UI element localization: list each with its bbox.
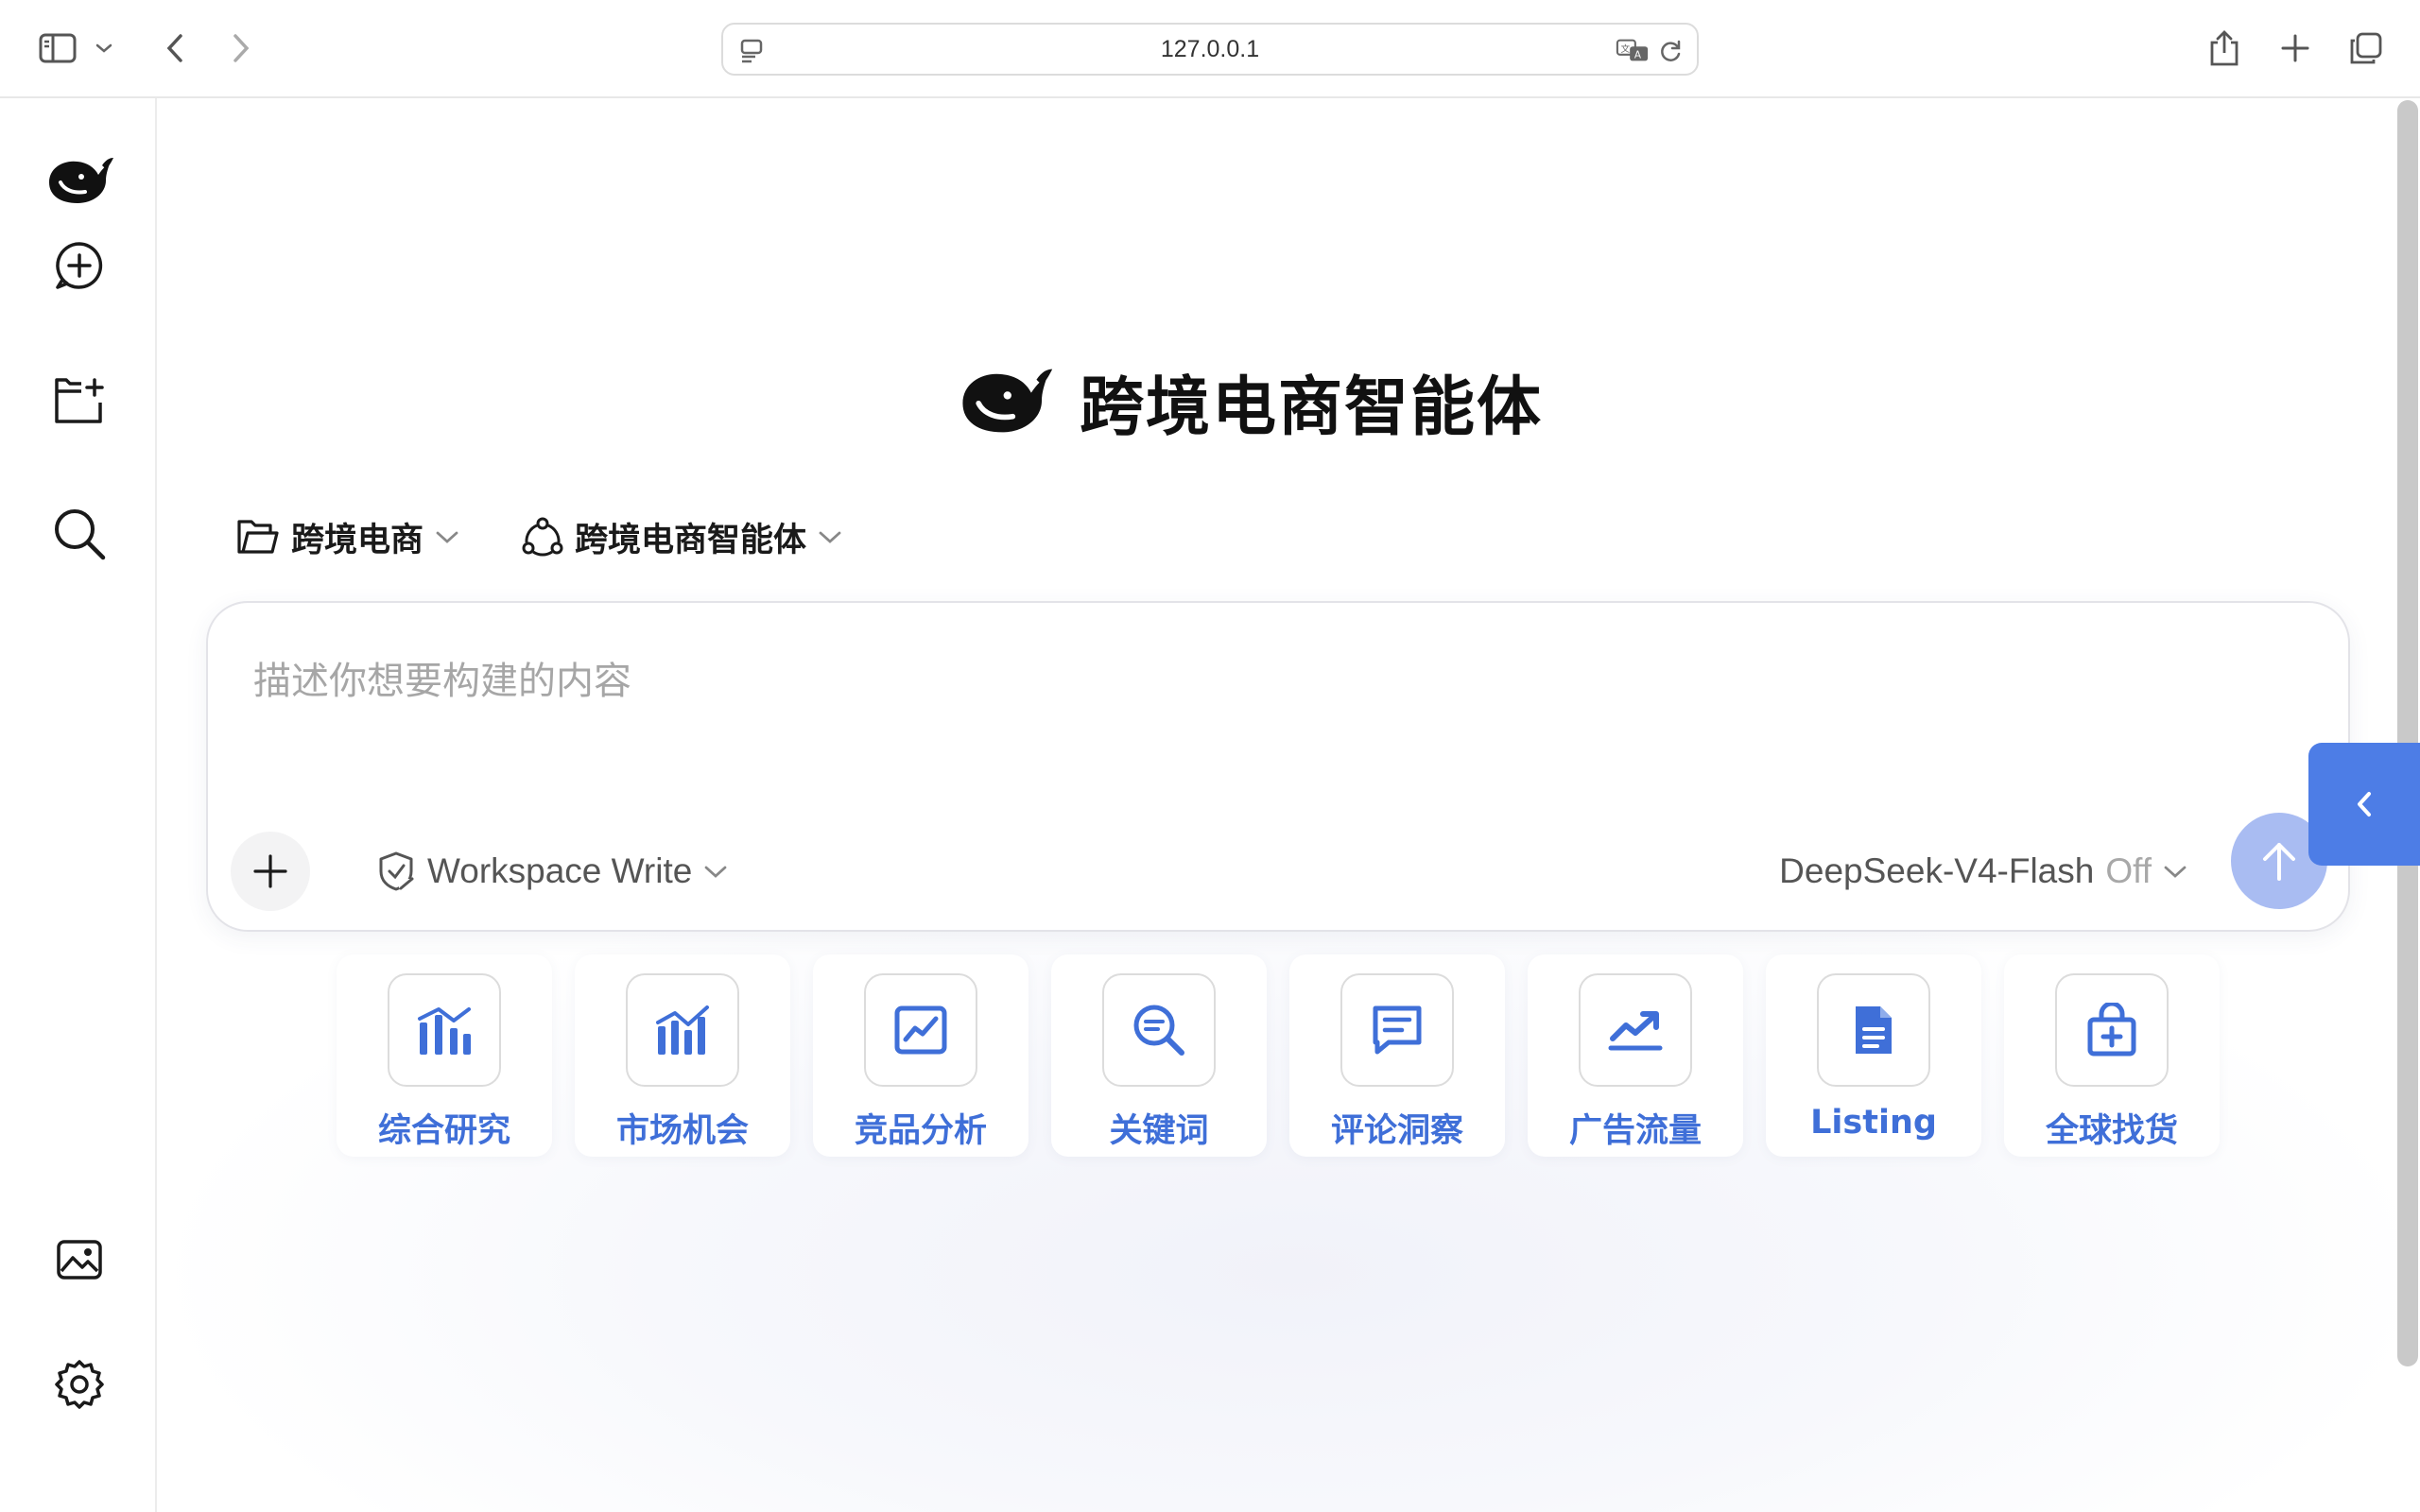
quick-action-sourcing[interactable]: 全球找货 bbox=[2004, 954, 2220, 1157]
left-sidebar bbox=[0, 98, 157, 1512]
browser-toolbar: 127.0.0.1 文A bbox=[0, 0, 2420, 98]
quick-action-label: 综合研究 bbox=[377, 1112, 510, 1150]
reload-icon[interactable] bbox=[1653, 34, 1687, 68]
quick-action-research[interactable]: 综合研究 bbox=[337, 954, 552, 1157]
model-name: DeepSeek-V4-Flash bbox=[1779, 851, 2095, 890]
share-icon[interactable] bbox=[2201, 25, 2248, 72]
add-attachment-button[interactable] bbox=[231, 832, 310, 911]
url-text: 127.0.0.1 bbox=[1160, 35, 1260, 62]
comment-icon bbox=[1340, 973, 1454, 1087]
prompt-input[interactable]: 描述你想要构建的内容 bbox=[253, 650, 631, 705]
permission-mode-selector[interactable]: Workspace Write bbox=[376, 843, 728, 900]
new-tab-icon[interactable] bbox=[2272, 25, 2319, 72]
folder-icon bbox=[236, 518, 280, 556]
permission-mode-label: Workspace Write bbox=[427, 851, 693, 890]
chevron-left-icon bbox=[2358, 792, 2371, 816]
page-title: 跨境电商智能体 bbox=[1080, 369, 1544, 445]
hero-header: 跨境电商智能体 bbox=[955, 353, 1543, 448]
quick-action-label: 竞品分析 bbox=[854, 1112, 987, 1150]
sidebar-toggle-icon[interactable] bbox=[34, 25, 81, 72]
whale-logo-icon[interactable] bbox=[41, 142, 118, 219]
agent-selector-label: 跨境电商智能体 bbox=[575, 521, 807, 559]
quick-action-keywords[interactable]: 关键词 bbox=[1051, 954, 1267, 1157]
arrow-up-icon bbox=[2263, 843, 2295, 881]
search-list-icon bbox=[1102, 973, 1216, 1087]
model-selector[interactable]: DeepSeek-V4-Flash Off bbox=[1779, 843, 2187, 900]
quick-action-competitor[interactable]: 竞品分析 bbox=[813, 954, 1028, 1157]
thinking-status: Off bbox=[2105, 851, 2152, 890]
scrollbar[interactable] bbox=[2397, 100, 2418, 1366]
quick-action-label: 市场机会 bbox=[615, 1112, 749, 1150]
research-icon bbox=[388, 973, 501, 1087]
agent-selector[interactable]: 跨境电商智能体 bbox=[522, 513, 842, 561]
quick-action-label: 全球找货 bbox=[2045, 1112, 2178, 1150]
panel-toggle-button[interactable] bbox=[2308, 743, 2420, 866]
line-chart-icon bbox=[864, 973, 977, 1087]
trend-up-icon bbox=[1579, 973, 1692, 1087]
svg-text:文: 文 bbox=[1621, 43, 1631, 55]
translate-icon[interactable]: 文A bbox=[1616, 34, 1650, 68]
market-chart-icon bbox=[626, 973, 739, 1087]
new-folder-icon[interactable] bbox=[41, 363, 118, 440]
quick-action-label: 关键词 bbox=[1109, 1112, 1209, 1150]
new-chat-icon[interactable] bbox=[41, 227, 118, 304]
document-icon bbox=[1817, 973, 1930, 1087]
quick-action-label: 广告流量 bbox=[1568, 1112, 1702, 1150]
settings-gear-icon[interactable] bbox=[41, 1346, 118, 1423]
tab-overview-icon[interactable] bbox=[2342, 25, 2390, 72]
quick-action-listing[interactable]: Listing bbox=[1766, 954, 1981, 1157]
project-selector-label: 跨境电商 bbox=[291, 521, 424, 559]
shopping-bag-icon bbox=[2055, 973, 2169, 1087]
plus-icon bbox=[253, 854, 287, 888]
context-selectors: 跨境电商 跨境电商智能体 bbox=[236, 510, 905, 563]
back-icon[interactable] bbox=[151, 25, 199, 72]
composer-box: 描述你想要构建的内容 Workspace Write DeepSeek-V4-F… bbox=[206, 601, 2350, 932]
whale-logo-icon bbox=[955, 364, 1055, 438]
quick-action-market[interactable]: 市场机会 bbox=[575, 954, 790, 1157]
chevron-down-icon bbox=[703, 864, 728, 879]
chevron-down-icon bbox=[818, 529, 842, 544]
quick-action-label: Listing bbox=[1810, 1104, 1937, 1142]
svg-text:A: A bbox=[1634, 50, 1642, 61]
agent-network-icon bbox=[522, 516, 563, 558]
image-gallery-icon[interactable] bbox=[41, 1221, 118, 1298]
shield-edit-icon bbox=[376, 850, 416, 892]
chevron-down-icon bbox=[2163, 864, 2187, 879]
project-selector[interactable]: 跨境电商 bbox=[236, 513, 459, 561]
quick-actions: 综合研究 市场机会 竞品分析 关键词 评论洞察 广告流量 Listing 全球找… bbox=[337, 954, 2220, 1157]
chevron-down-icon bbox=[435, 529, 459, 544]
address-bar[interactable]: 127.0.0.1 文A bbox=[721, 23, 1699, 76]
chevron-down-icon[interactable] bbox=[87, 25, 121, 72]
quick-action-ads[interactable]: 广告流量 bbox=[1528, 954, 1743, 1157]
search-icon[interactable] bbox=[41, 495, 118, 573]
quick-action-label: 评论洞察 bbox=[1330, 1112, 1463, 1150]
quick-action-reviews[interactable]: 评论洞察 bbox=[1289, 954, 1505, 1157]
forward-icon[interactable] bbox=[217, 25, 265, 72]
